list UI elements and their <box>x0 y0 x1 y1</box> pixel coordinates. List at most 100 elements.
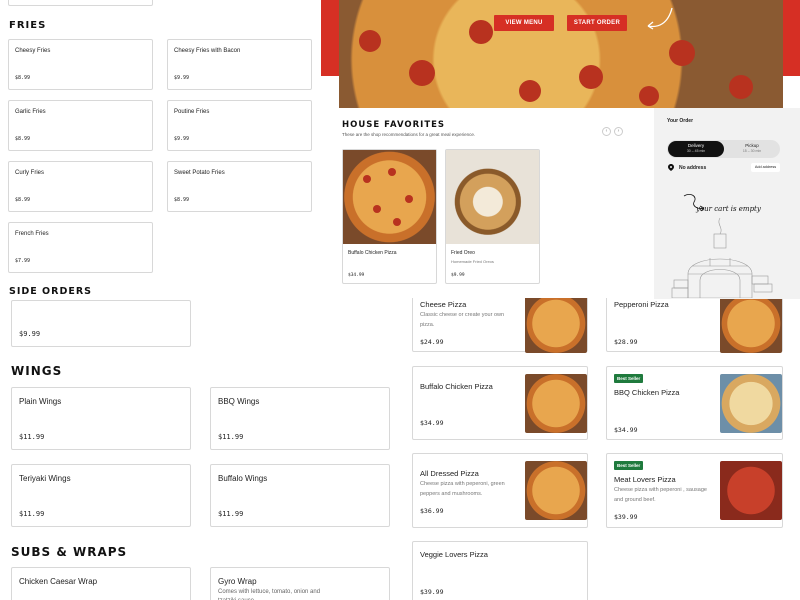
item-name: Gyro Wrap <box>218 577 257 586</box>
delivery-option[interactable]: Delivery 30 – 45 min <box>668 141 724 157</box>
pizza-image <box>720 461 782 520</box>
item-name: Garlic Fries <box>15 109 46 115</box>
pickup-label: Pickup <box>745 143 759 148</box>
pepperoni <box>519 80 541 102</box>
favorite-card[interactable]: Fried Oreo Homemade Fried Oreos $9.99 <box>445 149 540 284</box>
pepperoni <box>409 60 435 86</box>
pizza-image <box>720 294 782 353</box>
item-price: $9.99 <box>174 136 190 142</box>
item-description: Classic cheese or create your own pizza. <box>420 312 505 328</box>
pizza-image <box>525 461 587 520</box>
menu-item-card[interactable]: All Dressed Pizza Cheese pizza with pepe… <box>412 453 588 528</box>
menu-item-card[interactable]: Veggie Lovers Pizza $39.99 <box>412 541 588 600</box>
start-order-button[interactable]: START ORDER <box>567 15 627 31</box>
pepperoni <box>669 40 695 66</box>
delivery-label: Delivery <box>687 143 705 148</box>
item-price: $34.99 <box>348 273 365 278</box>
pizza-image <box>720 374 782 433</box>
menu-item-card[interactable]: Sweet Potato Fries $8.99 <box>167 161 312 212</box>
menu-item-card[interactable]: Pepperoni Pizza $28.99 <box>606 290 783 353</box>
pepperoni <box>393 218 401 226</box>
pepperoni <box>729 75 753 99</box>
section-title-side-orders: SIDE ORDERS <box>9 286 92 297</box>
favorite-card[interactable]: Buffalo Chicken Pizza $34.99 <box>342 149 437 284</box>
pickup-time: 15 – 30 min <box>742 149 762 153</box>
item-name: BBQ Chicken Pizza <box>614 388 680 397</box>
menu-item-card[interactable]: Poutine Fries $9.99 <box>167 100 312 151</box>
item-name: Buffalo Chicken Pizza <box>420 382 493 391</box>
item-price: $9.99 <box>451 273 465 278</box>
item-name: Poutine Fries <box>174 109 210 115</box>
item-price: $39.99 <box>614 513 638 521</box>
menu-item-card[interactable]: Gyro Wrap Comes with lettuce, tomato, on… <box>210 567 390 600</box>
menu-item-card[interactable]: Cheesy Fries with Bacon $9.99 <box>167 39 312 90</box>
section-title-fries: FRIES <box>9 20 47 31</box>
view-menu-button[interactable]: VIEW MENU <box>494 15 554 31</box>
hero-image <box>339 0 783 108</box>
menu-item-card[interactable]: Teriyaki Wings $11.99 <box>11 464 191 527</box>
add-address-button[interactable]: Add address <box>751 163 780 172</box>
item-subtitle: Homemade Fried Oreos <box>451 259 494 264</box>
pizza-image <box>525 374 587 433</box>
item-name: Pepperoni Pizza <box>614 300 669 309</box>
item-name: Meat Lovers Pizza <box>614 475 676 484</box>
pizza-oven-illustration <box>671 217 773 298</box>
item-price: $8.99 <box>15 75 31 81</box>
item-name: Plain Wings <box>19 397 62 406</box>
carousel-next-button[interactable]: › <box>614 127 623 136</box>
section-title-subs-wraps: SUBS & WRAPS <box>11 545 128 559</box>
carousel-prev-button[interactable]: ‹ <box>602 127 611 136</box>
menu-item-card[interactable]: Best Seller Meat Lovers Pizza Cheese piz… <box>606 453 783 528</box>
item-price: $11.99 <box>19 433 45 441</box>
item-name: Teriyaki Wings <box>19 474 71 483</box>
section-title-wings: WINGS <box>11 364 63 378</box>
menu-item-card[interactable]: Cheesy Fries $8.99 <box>8 39 153 90</box>
location-pin-icon <box>668 164 674 171</box>
no-address-label: No address <box>679 165 707 171</box>
item-name: Veggie Lovers Pizza <box>420 550 488 559</box>
item-description: Cheese pizza with peperoni, green pepper… <box>420 481 505 497</box>
item-name: Buffalo Chicken Pizza <box>348 250 397 256</box>
item-name: Chicken Caesar Wrap <box>19 577 98 586</box>
favorites-subtitle: These are the shop recommendations for a… <box>342 132 476 137</box>
item-name: Sweet Potato Fries <box>174 170 225 176</box>
fried-oreo-image <box>446 150 539 244</box>
pepperoni <box>579 65 603 89</box>
item-price: $11.99 <box>218 433 244 441</box>
menu-item-card[interactable]: Cheese Pizza Classic cheese or create yo… <box>412 290 588 353</box>
menu-item-card[interactable]: Best Seller BBQ Chicken Pizza $34.99 <box>606 366 783 440</box>
menu-item-card[interactable]: $9.99 <box>11 300 191 347</box>
order-title: Your Order <box>667 118 694 124</box>
menu-item-card[interactable]: French Fries $7.99 <box>8 222 153 273</box>
item-name: Curly Fries <box>15 170 45 176</box>
item-name: Cheesy Fries with Bacon <box>174 48 241 54</box>
menu-item-card[interactable]: Chicken Caesar Wrap <box>11 567 191 600</box>
top-partial-card[interactable] <box>8 0 153 6</box>
pepperoni <box>639 86 659 106</box>
menu-item-card[interactable]: Garlic Fries $8.99 <box>8 100 153 151</box>
item-price: $7.99 <box>15 258 31 264</box>
item-price: $9.99 <box>19 330 41 338</box>
item-price: $11.99 <box>218 510 244 518</box>
menu-item-card[interactable]: BBQ Wings $11.99 <box>210 387 390 450</box>
item-price: $34.99 <box>614 426 638 434</box>
item-price: $11.99 <box>19 510 45 518</box>
hand-drawn-arrow-icon <box>647 7 673 30</box>
item-description: Cheese pizza with peperoni , sausage and… <box>614 487 707 503</box>
pizza-image <box>343 150 436 244</box>
pickup-option[interactable]: Pickup 15 – 30 min <box>724 141 780 157</box>
menu-item-card[interactable]: Buffalo Wings $11.99 <box>210 464 390 527</box>
menu-item-card[interactable]: Buffalo Chicken Pizza $34.99 <box>412 366 588 440</box>
pepperoni <box>405 195 413 203</box>
item-price: $24.99 <box>420 338 444 346</box>
item-name: Cheese Pizza <box>420 300 467 309</box>
item-description: Comes with lettuce, tomato, onion and tz… <box>218 589 321 600</box>
best-seller-badge: Best Seller <box>614 461 644 470</box>
menu-item-card[interactable]: Curly Fries $8.99 <box>8 161 153 212</box>
menu-item-card[interactable]: Plain Wings $11.99 <box>11 387 191 450</box>
item-price: $8.99 <box>15 197 31 203</box>
pepperoni <box>363 175 371 183</box>
item-name: Fried Oreo <box>451 250 475 256</box>
pepperoni <box>359 30 381 52</box>
item-name: Cheesy Fries <box>15 48 51 54</box>
